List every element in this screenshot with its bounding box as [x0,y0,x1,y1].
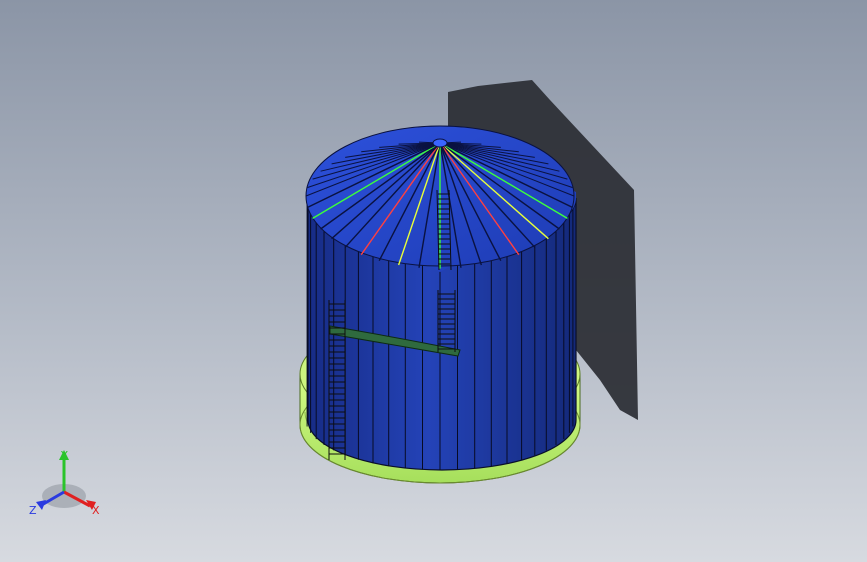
x-axis-label: X [92,504,100,517]
coordinate-triad: Y X Z [29,449,100,517]
model-view[interactable] [0,0,867,562]
graphics-viewport[interactable]: Y X Z [0,0,867,562]
z-axis-label: Z [29,504,37,517]
roof-vent[interactable] [432,138,448,148]
y-axis-label: Y [60,449,68,462]
